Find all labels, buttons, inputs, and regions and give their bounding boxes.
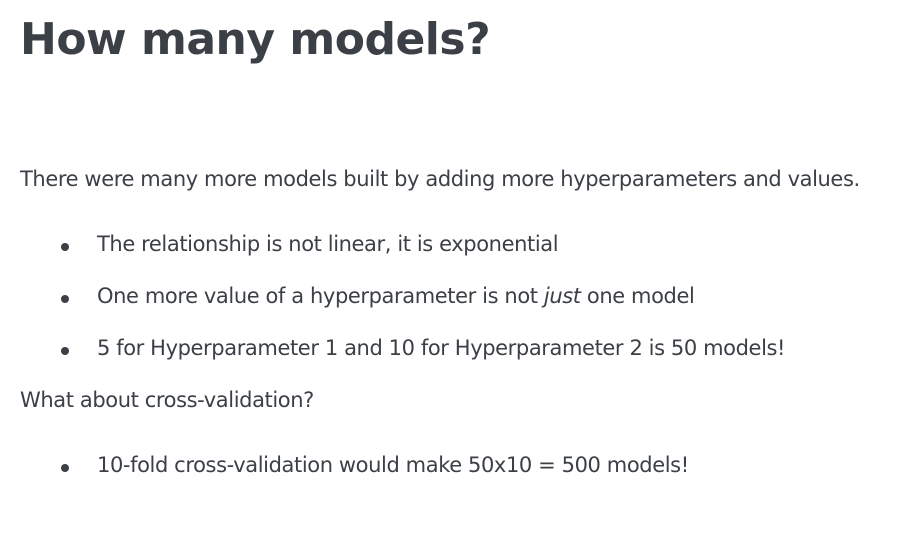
bullet-icon <box>61 464 69 472</box>
list-item-text: The relationship is not linear, it is ex… <box>97 232 559 256</box>
bullet-icon <box>61 347 69 355</box>
intro-paragraph: There were many more models built by add… <box>20 167 860 191</box>
list-item-text: 10-fold cross-validation would make 50x1… <box>97 453 689 477</box>
list-item-text: One more value of a hyperparameter is no… <box>97 284 695 308</box>
question-paragraph: What about cross-validation? <box>20 388 314 412</box>
bullet-icon <box>61 243 69 251</box>
slide-title: How many models? <box>20 14 491 65</box>
list-item-text-after: one model <box>580 284 695 308</box>
list-item-text-before: One more value of a hyperparameter is no… <box>97 284 544 308</box>
bullet-icon <box>61 295 69 303</box>
slide: How many models? There were many more mo… <box>0 0 900 552</box>
list-item-text: 5 for Hyperparameter 1 and 10 for Hyperp… <box>97 336 786 360</box>
emphasis-text: just <box>543 284 581 308</box>
